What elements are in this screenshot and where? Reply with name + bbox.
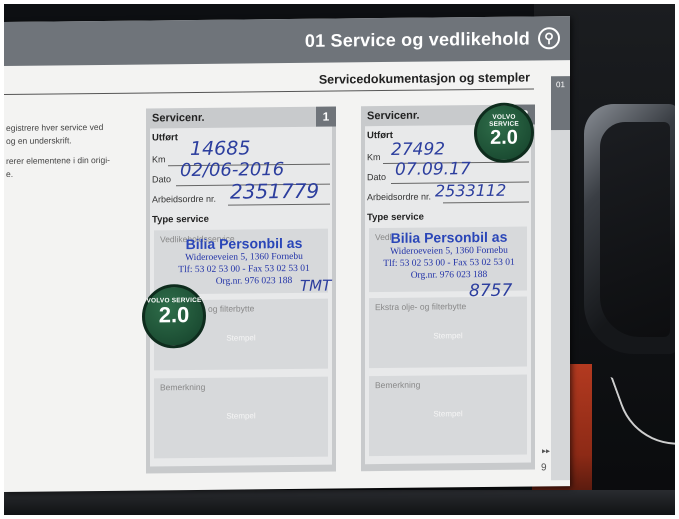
stamp-phone: Tlf: 53 02 53 00 - Fax 53 02 53 01 xyxy=(178,263,310,276)
photo-frame: 01 Service og vedlikehold ⚲ Servicedokum… xyxy=(4,4,675,515)
stamp-name: Bilia Personbil as xyxy=(185,234,303,253)
signature: TMT xyxy=(300,276,332,295)
booklet-page: 01 Service og vedlikehold ⚲ Servicedokum… xyxy=(4,16,570,493)
chapter-tab-track xyxy=(551,130,570,481)
box-stamp-placeholder: Stempel xyxy=(433,409,463,419)
ordre-line xyxy=(443,201,529,204)
stamp-phone: Tlf: 53 02 53 00 - Fax 53 02 53 01 xyxy=(383,257,515,270)
utfort-label: Utført xyxy=(152,132,178,144)
box-label: og filterbytte xyxy=(208,303,255,314)
section-title: 01 Service og vedlikehold xyxy=(304,27,530,51)
remark-box: Bemerkning Stempel xyxy=(154,376,328,459)
chapter-tab: 01 xyxy=(551,76,570,131)
box-stamp-placeholder: Stempel xyxy=(433,331,463,341)
ordre-handwritten: 2533112 xyxy=(435,180,507,201)
dealer-stamp: Bilia Personbil as Wideroeveien 5, 1360 … xyxy=(367,228,531,282)
ordre-line xyxy=(228,203,330,206)
utfort-label: Utført xyxy=(367,129,393,142)
page-subtitle: Servicedokumentasjon og stempler xyxy=(314,70,534,87)
km-label: Km xyxy=(152,154,166,165)
ordre-handwritten: 2351779 xyxy=(230,178,320,204)
box-label: Bemerkning xyxy=(375,379,421,391)
card-heading: Servicenr. xyxy=(152,111,205,125)
intro-line: e. xyxy=(6,168,14,179)
card-header: Servicenr. 1 xyxy=(146,106,336,129)
next-page-arrow: ▸▸ xyxy=(542,446,551,456)
box-label: Ekstra olje- og filterbytte xyxy=(375,301,467,313)
dato-handwritten: 07.09.17 xyxy=(395,159,471,180)
badge-version: 2.0 xyxy=(490,126,518,149)
intro-text: egistrere hver service ved og en undersk… xyxy=(6,121,141,180)
subtitle-rule xyxy=(4,88,534,95)
type-service-label: Type service xyxy=(367,211,424,224)
card-heading: Servicenr. xyxy=(367,109,420,123)
oil-filter-box: Ekstra olje- og filterbytte Stempel xyxy=(369,296,527,369)
signature: 8757 xyxy=(469,280,513,302)
box-stamp-placeholder: Stempel xyxy=(226,411,256,421)
door-panel-inner xyxy=(600,122,670,337)
dato-label: Dato xyxy=(367,171,387,183)
card-body: Utført Km 27492 Dato 07.09.17 Arbeidsord… xyxy=(365,124,531,465)
page-number: 9 xyxy=(541,462,547,474)
box-label: Bemerkning xyxy=(160,381,206,393)
ordre-label: Arbeidsordre nr. xyxy=(152,193,217,205)
ordre-label: Arbeidsordre nr. xyxy=(367,191,432,203)
badge-version: 2.0 xyxy=(158,302,190,328)
stamp-name: Bilia Personbil as xyxy=(390,228,508,246)
dato-handwritten: 02/06-2016 xyxy=(180,159,285,182)
wrench-icon: ⚲ xyxy=(538,27,560,50)
km-handwritten: 14685 xyxy=(190,137,251,161)
section-header: 01 Service og vedlikehold ⚲ xyxy=(4,16,570,66)
km-label: Km xyxy=(367,152,381,163)
card-number: 1 xyxy=(316,106,336,127)
remark-box: Bemerkning Stempel xyxy=(369,374,527,457)
volvo-service-badge: VOLVO SERVICE 2.0 xyxy=(474,102,534,164)
km-handwritten: 27492 xyxy=(391,139,446,160)
volvo-service-badge: VOLVO SERVICE 2.0 xyxy=(142,283,206,349)
floor-shadow xyxy=(4,490,675,515)
type-service-label: Type service xyxy=(152,213,209,226)
dato-label: Dato xyxy=(152,174,172,185)
